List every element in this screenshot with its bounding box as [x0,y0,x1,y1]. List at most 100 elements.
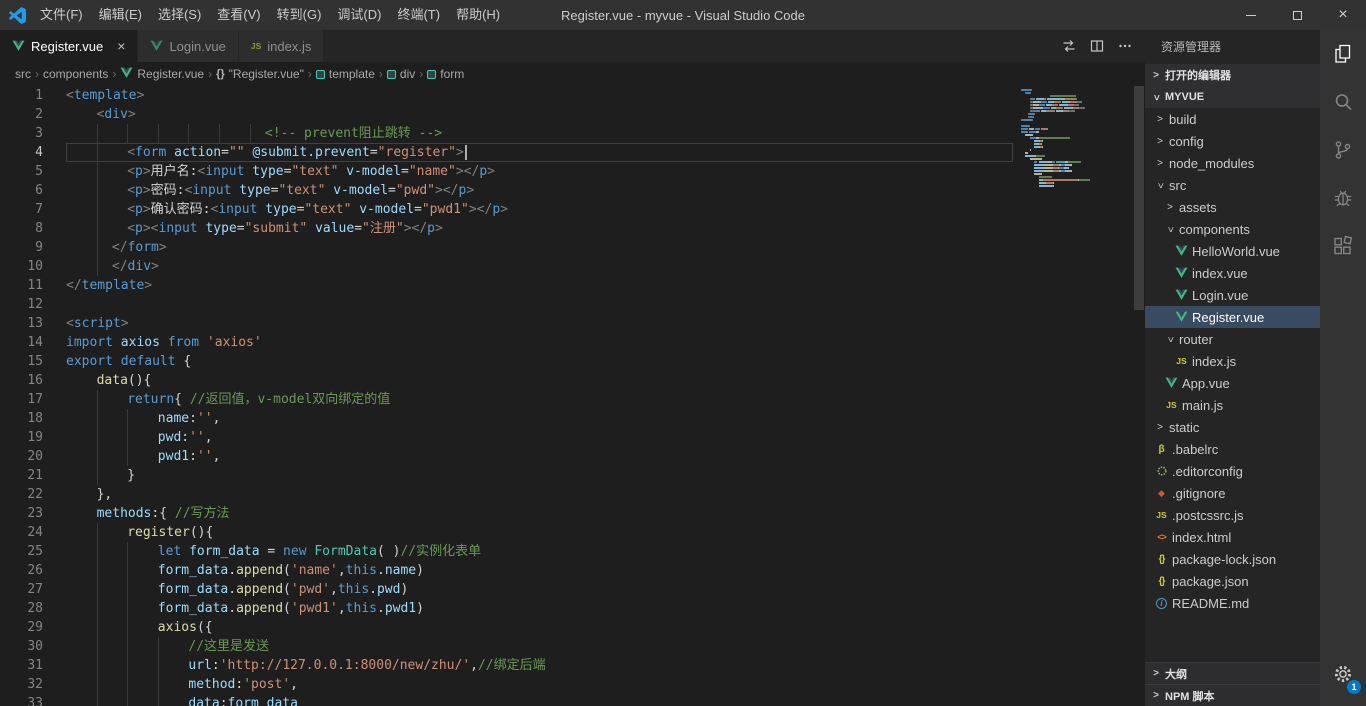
close-tab-icon[interactable]: × [117,39,125,53]
search-icon[interactable] [1320,78,1366,126]
line-number[interactable]: 9 [0,238,66,257]
code-line[interactable]: <p>密码:<input type="text" v-model="pwd"><… [66,181,1013,200]
line-number[interactable]: 6 [0,181,66,200]
code-line[interactable]: }, [66,485,1013,504]
code-lines[interactable]: <template> <div> <!-- prevent阻止跳转 --> <form… [66,86,1013,706]
tree-item-index-js[interactable]: JS index.js [1145,350,1320,372]
line-number[interactable]: 3 [0,124,66,143]
line-number[interactable]: 4 [0,143,66,162]
tree-item-config[interactable]: > config [1145,130,1320,152]
tree-item-static[interactable]: > static [1145,416,1320,438]
tree-item--gitignore[interactable]: ◆ .gitignore [1145,482,1320,504]
code-line[interactable] [66,295,1013,314]
tree-item-assets[interactable]: > assets [1145,196,1320,218]
line-number[interactable]: 16 [0,371,66,390]
breadcrumb-item[interactable]: {} "Register.vue" [216,67,304,81]
line-number[interactable]: 28 [0,599,66,618]
breadcrumb-item[interactable]: Register.vue [120,67,204,82]
code-line[interactable]: data:form_data [66,694,1013,706]
line-number[interactable]: 14 [0,333,66,352]
breadcrumb-item[interactable]: form [427,67,464,81]
breadcrumb-item[interactable]: components [43,67,108,81]
code-line[interactable]: </template> [66,276,1013,295]
code-line[interactable]: method:'post', [66,675,1013,694]
code-line[interactable]: <form action="" @submit.prevent="registe… [66,143,1013,162]
breadcrumb-item[interactable]: template [315,67,375,81]
line-number[interactable]: 11 [0,276,66,295]
tree-item-build[interactable]: > build [1145,108,1320,130]
close-button[interactable]: × [1320,0,1366,30]
line-number[interactable]: 25 [0,542,66,561]
line-number[interactable]: 30 [0,637,66,656]
code-line[interactable]: name:'', [66,409,1013,428]
line-number[interactable]: 12 [0,295,66,314]
code-editor[interactable]: 1 2 3 4 5 6 7 8 9 10 11 12 13 14 15 16 17 18 19 20 21 22 23 24 2… [0,86,1145,706]
tree-item-src[interactable]: > src [1145,174,1320,196]
code-line[interactable]: pwd1:'', [66,447,1013,466]
tree-item-index-html[interactable]: <> index.html [1145,526,1320,548]
explorer-icon[interactable] [1320,30,1366,78]
code-line[interactable]: <p>用户名:<input type="text" v-model="name"… [66,162,1013,181]
line-number[interactable]: 29 [0,618,66,637]
code-line[interactable]: </form> [66,238,1013,257]
menu-item[interactable]: 文件(F) [32,0,91,30]
code-line[interactable]: axios({ [66,618,1013,637]
settings-gear-icon[interactable]: 1 [1320,650,1366,698]
outline-section-header[interactable]: > 大纲 [1145,662,1320,684]
tree-item-app-vue[interactable]: App.vue [1145,372,1320,394]
line-number[interactable]: 10 [0,257,66,276]
tree-item-main-js[interactable]: JS main.js [1145,394,1320,416]
code-line[interactable]: return{ //返回值，v-model双向绑定的值 [66,390,1013,409]
tab-register-vue[interactable]: Register.vue × [0,30,139,62]
source-control-icon[interactable] [1320,126,1366,174]
tree-item-index-vue[interactable]: index.vue [1145,262,1320,284]
minimap[interactable] [1021,86,1133,188]
line-number[interactable]: 7 [0,200,66,219]
code-line[interactable]: import axios from 'axios' [66,333,1013,352]
line-number[interactable]: 2 [0,105,66,124]
gutter[interactable]: 1 2 3 4 5 6 7 8 9 10 11 12 13 14 15 16 17 18 19 20 21 22 23 24 2… [0,86,66,706]
code-line[interactable]: //这里是发送 [66,637,1013,656]
code-line[interactable]: <p><input type="submit" value="注册"></p> [66,219,1013,238]
code-line[interactable]: let form_data = new FormData( )//实例化表单 [66,542,1013,561]
more-actions-icon[interactable] [1117,38,1133,54]
code-line[interactable]: <p>确认密码:<input type="text" v-model="pwd1… [66,200,1013,219]
code-line[interactable]: form_data.append('pwd',this.pwd) [66,580,1013,599]
tree-item-login-vue[interactable]: Login.vue [1145,284,1320,306]
tree-item-readme-md[interactable]: i README.md [1145,592,1320,614]
tree-item-helloworld-vue[interactable]: HelloWorld.vue [1145,240,1320,262]
line-number[interactable]: 5 [0,162,66,181]
code-line[interactable]: } [66,466,1013,485]
code-line[interactable]: url:'http://127.0.0.1:8000/new/zhu/',//绑… [66,656,1013,675]
code-line[interactable]: methods:{ //写方法 [66,504,1013,523]
tree-item-components[interactable]: > components [1145,218,1320,240]
code-line[interactable]: data(){ [66,371,1013,390]
open-editors-section-header[interactable]: > 打开的编辑器 [1145,64,1320,86]
extensions-icon[interactable] [1320,222,1366,270]
tree-item-package-lock-json[interactable]: {} package-lock.json [1145,548,1320,570]
compare-changes-icon[interactable] [1061,38,1077,54]
code-line[interactable]: pwd:'', [66,428,1013,447]
menu-item[interactable]: 调试(D) [329,0,389,30]
code-line[interactable]: <!-- prevent阻止跳转 --> [66,124,1013,143]
line-number[interactable]: 26 [0,561,66,580]
line-number[interactable]: 31 [0,656,66,675]
tree-item-router[interactable]: > router [1145,328,1320,350]
tree-item-package-json[interactable]: {} package.json [1145,570,1320,592]
tab-index-js[interactable]: JS index.js [238,30,325,62]
vertical-scrollbar[interactable] [1133,86,1145,706]
breadcrumb-item[interactable]: div [386,67,415,81]
tree-item--postcssrc-js[interactable]: JS .postcssrc.js [1145,504,1320,526]
code-line[interactable]: <div> [66,105,1013,124]
code-line[interactable]: <script> [66,314,1013,333]
line-number[interactable]: 22 [0,485,66,504]
line-number[interactable]: 23 [0,504,66,523]
menu-item[interactable]: 选择(S) [150,0,209,30]
line-number[interactable]: 15 [0,352,66,371]
line-number[interactable]: 19 [0,428,66,447]
code-line[interactable]: </div> [66,257,1013,276]
line-number[interactable]: 18 [0,409,66,428]
line-number[interactable]: 24 [0,523,66,542]
tree-item--editorconfig[interactable]: .editorconfig [1145,460,1320,482]
line-number[interactable]: 17 [0,390,66,409]
